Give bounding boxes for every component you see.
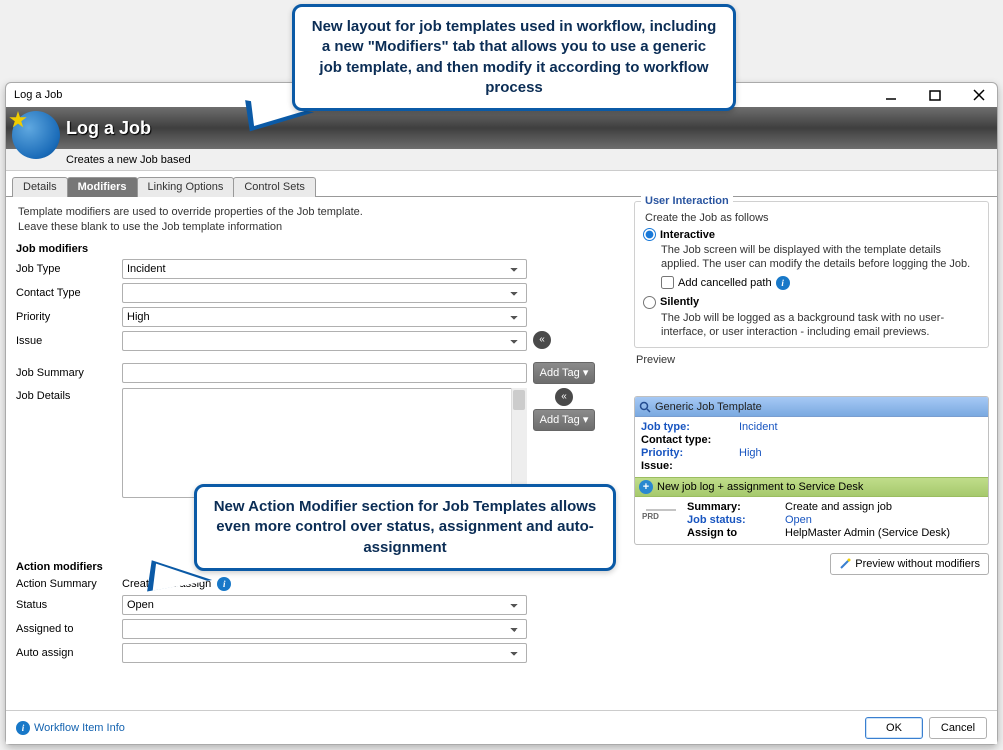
job-type-select[interactable]: Incident [122, 259, 527, 279]
preview-assign-header: + New job log + assignment to Service De… [635, 477, 988, 497]
job-modifiers-title: Job modifiers [16, 243, 622, 255]
pv-assign-v: HelpMaster Admin (Service Desk) [785, 527, 950, 539]
info-icon: i [16, 721, 30, 735]
close-button[interactable] [969, 85, 989, 105]
callout-modifiers-tab: New layout for job templates used in wor… [292, 4, 736, 111]
preview-template-name: Generic Job Template [655, 401, 762, 413]
info-icon[interactable]: i [776, 276, 790, 290]
ok-button[interactable]: OK [865, 717, 923, 739]
dialog-subheader: Creates a new Job based [6, 149, 997, 171]
workflow-info-label: Workflow Item Info [34, 722, 125, 734]
footer-bar: i Workflow Item Info OK Cancel [6, 710, 997, 744]
silently-label: Silently [660, 296, 699, 308]
window-title: Log a Job [14, 89, 62, 101]
priority-label: Priority [14, 311, 122, 323]
window-controls [881, 85, 989, 105]
add-tag-button-details[interactable]: Add Tag ▾ [533, 409, 595, 431]
priority-select[interactable]: High [122, 307, 527, 327]
content-area: Template modifiers are used to override … [6, 197, 997, 667]
brand-icon: PRD [641, 501, 681, 529]
pv-status-k: Job status: [687, 514, 777, 526]
tab-linking-options[interactable]: Linking Options [137, 177, 235, 197]
user-interaction-title: User Interaction [641, 195, 733, 207]
job-details-textarea[interactable] [122, 388, 527, 498]
left-pane: Template modifiers are used to override … [14, 201, 622, 667]
assigned-to-select[interactable] [122, 619, 527, 639]
maximize-button[interactable] [925, 85, 945, 105]
intro-text: Template modifiers are used to override … [14, 201, 622, 237]
dialog-subtitle: Creates a new Job based [66, 154, 191, 166]
tab-control-sets[interactable]: Control Sets [233, 177, 316, 197]
issue-label: Issue [14, 335, 122, 347]
info-icon[interactable]: i [217, 577, 231, 591]
issue-select[interactable] [122, 331, 527, 351]
tab-modifiers[interactable]: Modifiers [67, 177, 138, 197]
cancelled-path-label: Add cancelled path [678, 277, 772, 289]
auto-assign-select[interactable] [122, 643, 527, 663]
pv-summary-v: Create and assign job [785, 501, 892, 513]
callout-action-modifier: New Action Modifier section for Job Temp… [194, 484, 616, 571]
cancel-button[interactable]: Cancel [929, 717, 987, 739]
wand-icon [839, 558, 851, 570]
collapse-icon[interactable]: « [555, 388, 573, 406]
contact-type-select[interactable] [122, 283, 527, 303]
collapse-icon[interactable]: « [533, 331, 551, 349]
pv-contact-type-k: Contact type: [641, 434, 731, 446]
svg-text:PRD: PRD [642, 512, 659, 521]
app-icon [12, 111, 60, 159]
preview-body: Job type: Incident Contact type: Priority… [635, 417, 988, 477]
user-interaction-intro: Create the Job as follows [645, 212, 980, 224]
contact-type-label: Contact Type [14, 287, 122, 299]
right-pane: User Interaction Create the Job as follo… [634, 201, 989, 667]
preview-header: Generic Job Template [635, 397, 988, 417]
pv-issue-k: Issue: [641, 460, 731, 472]
preview-without-modifiers-button[interactable]: Preview without modifiers [830, 553, 989, 575]
silently-desc: The Job will be logged as a background t… [661, 311, 980, 340]
scroll-thumb[interactable] [513, 390, 525, 410]
interactive-radio[interactable] [643, 228, 656, 241]
action-summary-label: Action Summary [14, 578, 122, 590]
preview-without-label: Preview without modifiers [855, 558, 980, 570]
interactive-desc: The Job screen will be displayed with th… [661, 243, 980, 272]
add-tag-button-summary[interactable]: Add Tag ▾ [533, 362, 595, 384]
preview-assign-body: PRD Summary: Create and assign job Job st… [635, 497, 988, 544]
magnifier-icon [639, 401, 651, 413]
assigned-to-label: Assigned to [14, 623, 122, 635]
preview-assign-title: New job log + assignment to Service Desk [657, 481, 863, 493]
minimize-button[interactable] [881, 85, 901, 105]
workflow-info-link[interactable]: i Workflow Item Info [16, 721, 125, 735]
dialog-window: Log a Job Log a Job Creates a new Job ba… [5, 82, 998, 745]
dialog-title: Log a Job [66, 118, 151, 139]
pv-job-type-k: Job type: [641, 421, 731, 433]
status-select[interactable]: Open [122, 595, 527, 615]
interactive-label: Interactive [660, 229, 715, 241]
job-summary-label: Job Summary [14, 367, 122, 379]
preview-label: Preview [636, 354, 989, 366]
preview-button-row: Preview without modifiers [634, 553, 989, 575]
job-summary-input[interactable] [122, 363, 527, 383]
plus-icon: + [639, 480, 653, 494]
job-details-label: Job Details [14, 388, 122, 402]
preview-panel: Generic Job Template Job type: Incident C… [634, 396, 989, 545]
pv-assign-k: Assign to [687, 527, 777, 539]
dialog-header: Log a Job [6, 107, 997, 149]
pv-priority-k: Priority: [641, 447, 731, 459]
pv-status-v: Open [785, 514, 812, 526]
tab-details[interactable]: Details [12, 177, 68, 197]
intro-line2: Leave these blank to use the Job templat… [18, 220, 622, 235]
status-label: Status [14, 599, 122, 611]
user-interaction-group: User Interaction Create the Job as follo… [634, 201, 989, 348]
job-type-label: Job Type [14, 263, 122, 275]
cancelled-path-checkbox[interactable] [661, 276, 674, 289]
tab-strip: Details Modifiers Linking Options Contro… [6, 176, 997, 197]
pv-priority-v: High [739, 447, 762, 459]
silently-radio[interactable] [643, 296, 656, 309]
auto-assign-label: Auto assign [14, 647, 122, 659]
intro-line1: Template modifiers are used to override … [18, 205, 622, 220]
pv-summary-k: Summary: [687, 501, 777, 513]
pv-job-type-v: Incident [739, 421, 778, 433]
